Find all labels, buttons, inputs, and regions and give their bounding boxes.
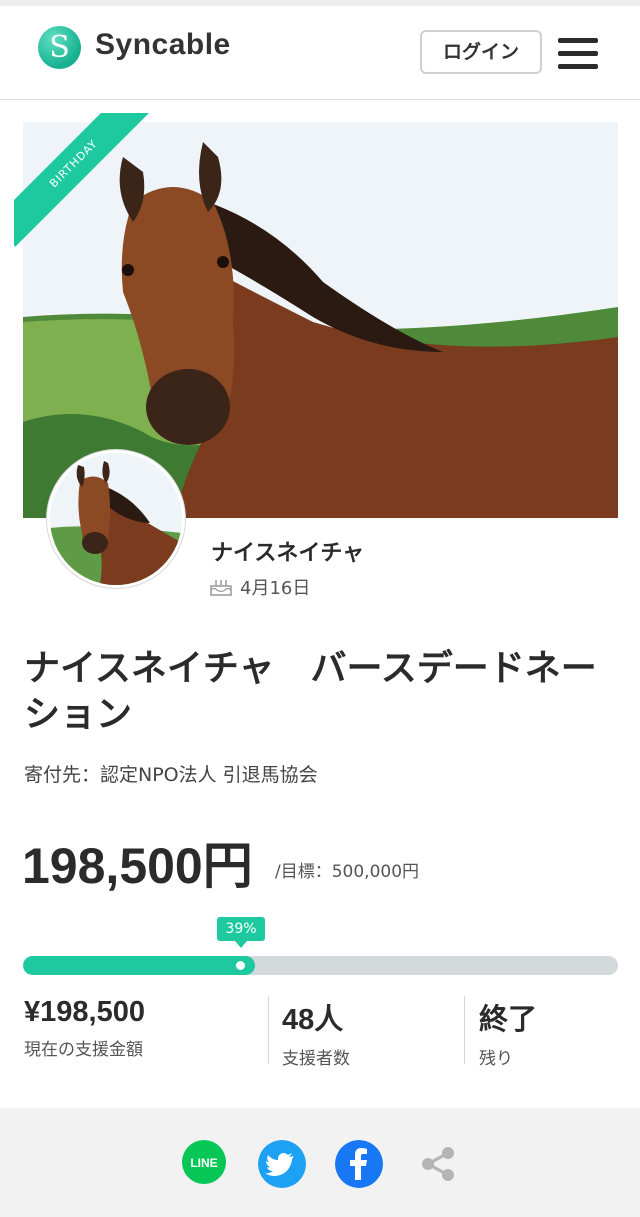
logo-text[interactable]: Syncable	[95, 28, 231, 62]
share-bar	[0, 1108, 640, 1217]
stat-value: ¥198,500	[24, 996, 145, 1028]
stat-value: 48人	[282, 1004, 344, 1036]
hamburger-menu-icon[interactable]	[558, 36, 600, 70]
stat-label: 支援者数	[282, 1049, 350, 1069]
birthday-ribbon: BIRTHDAY	[14, 113, 154, 253]
goal-amount: /目標：500,000円	[275, 862, 420, 882]
share-icon[interactable]	[414, 1140, 462, 1188]
progress-bar	[23, 956, 618, 975]
logo-letter: S	[49, 30, 70, 65]
raised-amount: 198,500円	[22, 838, 253, 894]
stat-label: 残り	[479, 1049, 513, 1069]
stat-value: 終了	[479, 1004, 538, 1036]
line-icon[interactable]: LINE	[180, 1140, 228, 1188]
twitter-icon[interactable]	[258, 1140, 306, 1188]
stat-current-amount: ¥198,500 現在の支援金額	[24, 996, 145, 1060]
stat-label: 現在の支援金額	[24, 1040, 143, 1060]
campaign-title: ナイスネイチャ バースデードネーション	[24, 648, 597, 735]
progress-bar-fill	[23, 956, 256, 975]
beneficiary[interactable]: 寄付先：認定NPO法人 引退馬協会	[24, 760, 318, 787]
progress-percent-badge: 39%	[217, 917, 265, 948]
birthday-cake-icon	[210, 580, 232, 596]
login-button[interactable]: ログイン	[420, 30, 542, 74]
stat-remaining: 終了 残り	[479, 996, 537, 1069]
stat-divider	[464, 996, 465, 1064]
ribbon-text: BIRTHDAY	[14, 113, 154, 247]
site-header: S Syncable ログイン	[0, 6, 640, 100]
avatar-horse-photo	[50, 453, 182, 585]
stat-supporters: 48人 支援者数	[282, 996, 350, 1069]
profile-avatar	[46, 449, 186, 589]
birthday-date: 4月16日	[240, 578, 311, 599]
line-label: LINE	[190, 1156, 217, 1170]
pet-name: ナイスネイチャ	[211, 541, 365, 566]
facebook-icon[interactable]	[335, 1140, 383, 1188]
syncable-logo-icon[interactable]: S	[38, 26, 81, 69]
progress-marker	[236, 961, 245, 970]
stat-divider	[268, 996, 269, 1064]
